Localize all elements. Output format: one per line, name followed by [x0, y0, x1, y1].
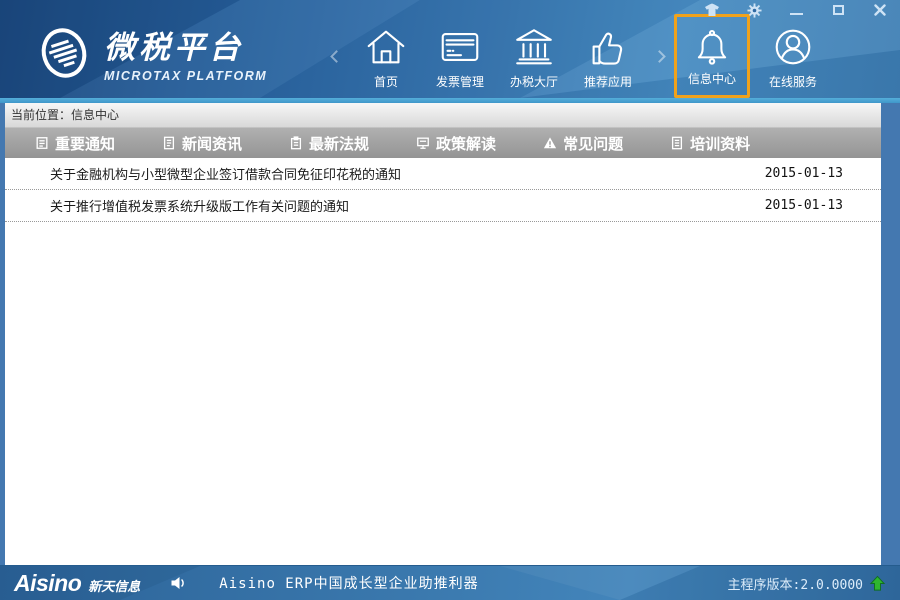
- nav-label: 在线服务: [769, 73, 817, 90]
- close-button[interactable]: [872, 3, 888, 17]
- notepad-icon: [35, 136, 49, 150]
- tab-label: 重要通知: [55, 133, 115, 154]
- shirt-icon: [704, 3, 720, 17]
- nav-item-online-service[interactable]: 在线服务: [756, 14, 830, 98]
- category-tabbar: 重要通知 新闻资讯: [5, 128, 881, 158]
- tab-training-materials[interactable]: 培训资料: [670, 133, 750, 154]
- warning-triangle-icon: [543, 136, 557, 150]
- nav-item-info-center[interactable]: 信息中心: [674, 14, 750, 98]
- tab-label: 常见问题: [563, 133, 623, 154]
- breadcrumb: 当前位置：信息中心: [5, 103, 881, 128]
- news-doc-icon: [162, 136, 176, 150]
- nav-item-home[interactable]: 首页: [349, 14, 423, 98]
- maximize-button[interactable]: [830, 3, 846, 17]
- tab-label: 新闻资讯: [182, 133, 242, 154]
- notice-row[interactable]: 关于推行增值税发票系统升级版工作有关问题的通知 2015-01-13: [5, 190, 881, 222]
- microtax-logo-icon: [38, 24, 90, 82]
- user-icon: [770, 24, 816, 70]
- ticker-text: Aisino ERP中国成长型企业助推利器: [219, 573, 478, 593]
- notice-list: 关于金融机构与小型微型企业签订借款合同免征印花税的通知 2015-01-13 关…: [5, 158, 881, 222]
- document-icon: [670, 136, 684, 150]
- notice-row[interactable]: 关于金融机构与小型微型企业签订借款合同免征印花税的通知 2015-01-13: [5, 158, 881, 190]
- update-button[interactable]: [869, 575, 886, 592]
- header: 微税平台 MICROTAX PLATFORM: [0, 0, 900, 98]
- nav-scroll-left-icon[interactable]: [330, 50, 343, 63]
- titlebar-controls: [704, 3, 888, 17]
- minimize-button[interactable]: [788, 3, 804, 17]
- tab-important-notices[interactable]: 重要通知: [35, 133, 115, 154]
- tab-latest-regulations[interactable]: 最新法规: [289, 133, 369, 154]
- nav-label: 办税大厅: [510, 73, 558, 90]
- version-text: 主程序版本:2.0.0000: [728, 574, 863, 593]
- tab-news[interactable]: 新闻资讯: [162, 133, 242, 154]
- tab-label: 培训资料: [690, 133, 750, 154]
- aisino-logo: Aisino 新天信息: [14, 570, 140, 597]
- nav-label: 首页: [374, 73, 398, 90]
- aisino-brand-cn-text: 新天信息: [88, 576, 140, 595]
- app-logo: 微税平台 MICROTAX PLATFORM: [38, 22, 267, 83]
- aisino-brand-text: Aisino: [14, 570, 81, 597]
- nav-item-recommended-apps[interactable]: 推荐应用: [571, 14, 645, 98]
- nav-item-tax-hall[interactable]: 办税大厅: [497, 14, 571, 98]
- app-title: 微税平台: [104, 22, 267, 67]
- theme-skin-button[interactable]: [704, 3, 720, 17]
- nav-label: 推荐应用: [584, 73, 632, 90]
- clipboard-icon: [289, 136, 303, 150]
- invoice-card-icon: [437, 24, 483, 70]
- settings-button[interactable]: [746, 3, 762, 17]
- close-icon: [874, 4, 886, 16]
- app-window: 微税平台 MICROTAX PLATFORM: [0, 0, 900, 600]
- speaker-button[interactable]: [170, 575, 187, 591]
- thumbs-up-icon: [585, 24, 631, 70]
- main-nav: 首页 发票管理: [332, 14, 830, 98]
- footer: Aisino 新天信息 Aisino ERP中国成长型企业助推利器 主程序版本:…: [0, 565, 900, 600]
- nav-scroll-right-icon[interactable]: [653, 50, 666, 63]
- tab-policy-interpretation[interactable]: 政策解读: [416, 133, 496, 154]
- gear-icon: [747, 3, 762, 18]
- bank-icon: [511, 24, 557, 70]
- tab-label: 最新法规: [309, 133, 369, 154]
- bell-icon: [689, 25, 735, 70]
- maximize-icon: [833, 5, 844, 15]
- speaker-icon: [170, 575, 187, 591]
- tab-label: 政策解读: [436, 133, 496, 154]
- green-up-arrow-icon: [869, 575, 886, 592]
- tab-faq[interactable]: 常见问题: [543, 133, 623, 154]
- monitor-icon: [416, 136, 430, 150]
- notice-date: 2015-01-13: [765, 198, 843, 213]
- home-icon: [363, 24, 409, 70]
- notice-title: 关于推行增值税发票系统升级版工作有关问题的通知: [50, 196, 765, 215]
- notice-date: 2015-01-13: [765, 166, 843, 181]
- notice-title: 关于金融机构与小型微型企业签订借款合同免征印花税的通知: [50, 164, 765, 183]
- nav-item-invoice[interactable]: 发票管理: [423, 14, 497, 98]
- minimize-icon: [790, 13, 803, 15]
- app-subtitle: MICROTAX PLATFORM: [104, 69, 267, 83]
- nav-label: 发票管理: [436, 73, 484, 90]
- nav-label: 信息中心: [688, 70, 736, 87]
- content-area: 当前位置：信息中心 重要通知: [0, 103, 900, 565]
